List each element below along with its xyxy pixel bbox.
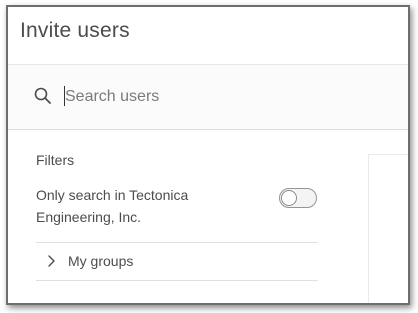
org-filter-toggle[interactable]	[279, 188, 317, 208]
invite-users-dialog: Invite users Filters Only search in Tect…	[6, 5, 410, 305]
dialog-title: Invite users	[20, 19, 130, 42]
filter-divider	[36, 280, 318, 281]
search-icon	[34, 87, 52, 105]
org-filter-label: Only search in Tectonica Engineering, In…	[36, 187, 189, 225]
toggle-knob	[281, 190, 297, 206]
search-input[interactable]	[65, 85, 365, 109]
chevron-right-icon	[46, 254, 58, 268]
text-caret	[64, 86, 65, 106]
my-groups-expander[interactable]: My groups	[36, 242, 318, 280]
filters-heading: Filters	[36, 152, 75, 168]
search-bar	[8, 65, 408, 130]
results-pane	[368, 154, 408, 303]
filters-panel: Filters Only search in Tectonica Enginee…	[8, 130, 368, 303]
my-groups-label: My groups	[68, 253, 134, 269]
